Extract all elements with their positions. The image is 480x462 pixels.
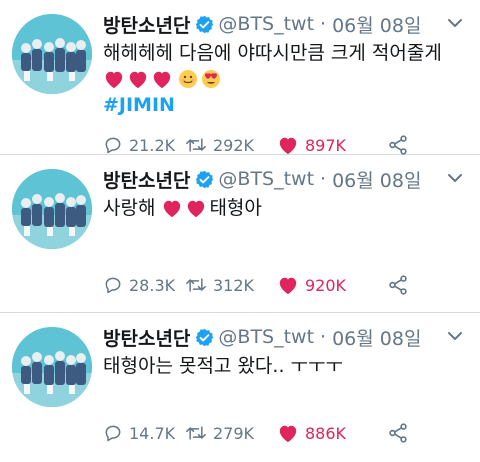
- tweet-text-line: 해헤헤헤 다음에 야따시만큼 크게 적어줄게: [103, 42, 442, 64]
- like-count: 897K: [305, 135, 347, 155]
- avatar[interactable]: [12, 327, 92, 407]
- chevron-down-icon[interactable]: [446, 14, 464, 32]
- heart-icon: [279, 137, 297, 155]
- tweet-header: 방탄소년단 @BTS_twt · 06월 08일: [103, 324, 421, 350]
- separator: ·: [320, 326, 327, 348]
- share-icon: [389, 423, 407, 443]
- avatar[interactable]: [12, 14, 92, 94]
- red-heart-icon: [151, 69, 173, 89]
- retweet-icon: [186, 278, 206, 292]
- author-handle[interactable]: @BTS_twt: [218, 168, 314, 190]
- tweet-text-before: 사랑해: [103, 197, 156, 219]
- author-name[interactable]: 방탄소년단: [103, 11, 190, 38]
- retweet-button[interactable]: 312K: [185, 275, 277, 295]
- tweet-text-line: 태형아는 못적고 왔다.. ㅜㅜㅜ: [103, 355, 343, 377]
- author-handle[interactable]: @BTS_twt: [218, 326, 314, 348]
- tweet[interactable]: 방탄소년단 @BTS_twt · 06월 08일 해헤헤헤 다음에 야따시만큼 …: [0, 0, 480, 155]
- reply-count: 14.7K: [129, 423, 176, 443]
- red-heart-icon: [161, 198, 183, 218]
- emoji-row: [103, 66, 463, 92]
- retweet-count: 279K: [213, 423, 255, 443]
- tweet-date[interactable]: 06월 08일: [332, 166, 421, 193]
- heart-icon: [279, 277, 297, 295]
- tweet-actions: 28.3K 312K 920K: [103, 272, 433, 298]
- hashtag-link[interactable]: #JIMIN: [103, 92, 175, 118]
- reply-button[interactable]: 14.7K: [103, 423, 185, 443]
- verified-badge-icon: [195, 328, 214, 347]
- separator: ·: [320, 168, 327, 190]
- author-name[interactable]: 방탄소년단: [103, 324, 190, 351]
- reply-icon: [105, 425, 121, 442]
- reply-button[interactable]: 21.2K: [103, 135, 185, 155]
- retweet-icon: [186, 426, 206, 440]
- reply-count: 21.2K: [129, 135, 176, 155]
- reply-button[interactable]: 28.3K: [103, 275, 185, 295]
- tweet-text-line: 사랑해 태형아: [103, 195, 463, 221]
- share-icon: [389, 275, 407, 295]
- like-button[interactable]: 886K: [277, 423, 387, 443]
- author-name[interactable]: 방탄소년단: [103, 166, 190, 193]
- tweet[interactable]: 방탄소년단 @BTS_twt · 06월 08일 태형아는 못적고 왔다.. ㅜ…: [0, 313, 480, 462]
- share-icon: [389, 135, 407, 155]
- red-heart-icon: [103, 69, 125, 89]
- tweet[interactable]: 방탄소년단 @BTS_twt · 06월 08일 사랑해 태형아 28.3K 3…: [0, 155, 480, 313]
- tweet-header: 방탄소년단 @BTS_twt · 06월 08일: [103, 166, 421, 192]
- share-button[interactable]: [387, 134, 417, 156]
- tweet-actions: 14.7K 279K 886K: [103, 420, 433, 446]
- retweet-button[interactable]: 292K: [185, 135, 277, 155]
- retweet-count: 312K: [213, 275, 255, 295]
- retweet-button[interactable]: 279K: [185, 423, 277, 443]
- author-handle[interactable]: @BTS_twt: [218, 13, 314, 35]
- tweet-date[interactable]: 06월 08일: [332, 324, 421, 351]
- share-button[interactable]: [387, 274, 417, 296]
- red-heart-icon: [185, 198, 207, 218]
- heart-icon: [279, 425, 297, 443]
- verified-badge-icon: [195, 15, 214, 34]
- avatar[interactable]: [12, 169, 92, 249]
- tweet-feed: 방탄소년단 @BTS_twt · 06월 08일 해헤헤헤 다음에 야따시만큼 …: [0, 0, 480, 462]
- retweet-count: 292K: [213, 135, 255, 155]
- tweet-header: 방탄소년단 @BTS_twt · 06월 08일: [103, 11, 421, 37]
- like-button[interactable]: 920K: [277, 275, 387, 295]
- separator: ·: [320, 13, 327, 35]
- smiling-face-icon: [178, 69, 198, 89]
- reply-icon: [105, 277, 121, 294]
- hashtag-line: #JIMIN: [103, 92, 463, 118]
- reply-icon: [105, 137, 121, 154]
- like-button[interactable]: 897K: [277, 135, 387, 155]
- red-heart-icon: [127, 69, 149, 89]
- chevron-down-icon[interactable]: [446, 327, 464, 345]
- retweet-icon: [186, 138, 206, 152]
- tweet-date[interactable]: 06월 08일: [332, 11, 421, 38]
- like-count: 886K: [305, 423, 347, 443]
- tweet-text-after: 태형아: [209, 197, 262, 219]
- tweet-text: 태형아는 못적고 왔다.. ㅜㅜㅜ: [103, 353, 463, 379]
- tweet-text: 사랑해 태형아: [103, 195, 463, 221]
- chevron-down-icon[interactable]: [446, 169, 464, 187]
- like-count: 920K: [305, 275, 347, 295]
- reply-count: 28.3K: [129, 275, 176, 295]
- share-button[interactable]: [387, 422, 417, 444]
- heart-eyes-face-icon: [201, 69, 221, 89]
- verified-badge-icon: [195, 170, 214, 189]
- tweet-text: 해헤헤헤 다음에 야따시만큼 크게 적어줄게 #JIMIN: [103, 40, 463, 118]
